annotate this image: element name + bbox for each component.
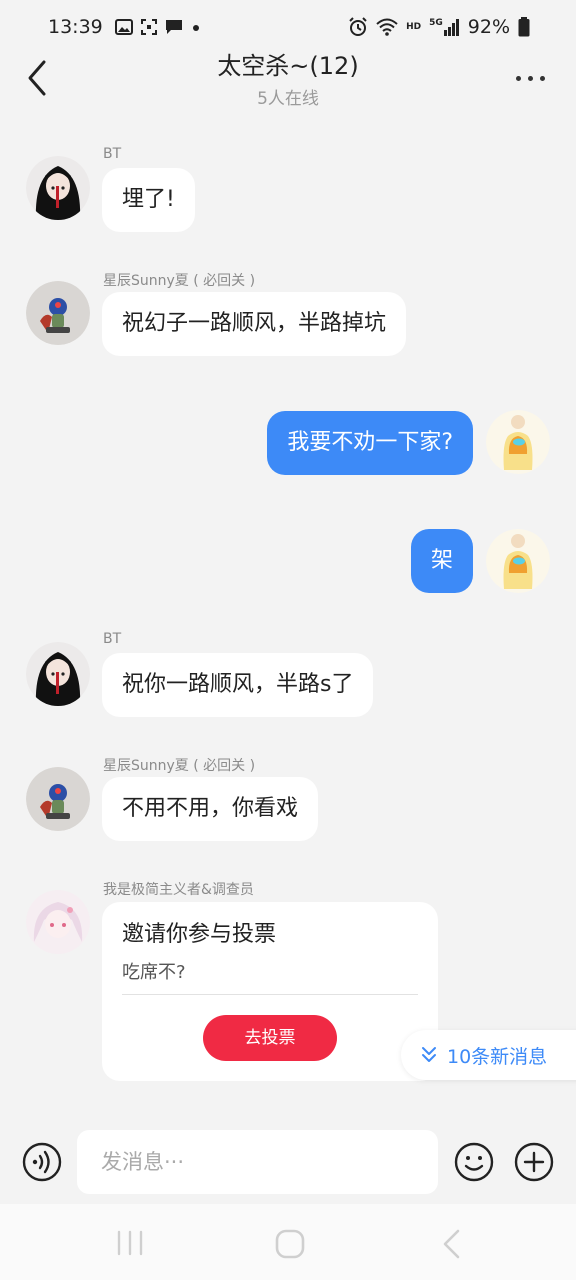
message-input[interactable]: 发消息··· [77,1130,438,1194]
message-notification-icon [165,20,182,34]
wifi-icon [376,18,398,36]
more-notifications-dot-icon [192,25,199,31]
battery-icon [518,17,530,37]
avatar[interactable] [26,767,90,831]
vote-card[interactable]: 邀请你参与投票 吃席不? 去投票 [102,902,438,1081]
battery-percent: 92% [467,16,510,38]
new-messages-label: 10条新消息 [447,1045,548,1068]
plus-icon[interactable] [514,1142,554,1182]
system-navigation-bar [0,1204,576,1280]
signal-icon [443,19,459,36]
vote-divider [122,994,418,995]
network-type-label: 5G [429,18,443,28]
message-bubble[interactable]: 不用不用，你看戏 [102,777,319,841]
sender-name: BT [103,146,122,162]
nav-back-icon[interactable] [440,1228,462,1260]
home-icon[interactable] [274,1228,306,1260]
new-messages-button[interactable]: 10条新消息 [401,1030,576,1080]
sender-name: 星辰Sunny夏 ( 必回关 ) [103,273,256,289]
double-chevron-down-icon [422,1047,436,1062]
message-bubble[interactable]: 埋了! [102,168,195,232]
avatar[interactable] [26,890,90,954]
online-count: 5人在线 [257,89,319,109]
message-input-bar: 发消息··· [0,1120,576,1204]
sender-name: 星辰Sunny夏 ( 必回关 ) [103,758,256,774]
message-bubble[interactable]: 祝你一路顺风，半路s了 [102,653,374,717]
go-vote-button[interactable]: 去投票 [203,1015,337,1061]
alarm-icon [349,17,367,36]
vote-question: 吃席不? [122,962,186,983]
status-time: 13:39 [48,16,103,38]
emoji-icon[interactable] [454,1142,494,1182]
avatar[interactable] [486,529,550,593]
message-bubble[interactable]: 祝幻子一路顺风，半路掉坑 [102,292,407,356]
voice-icon[interactable] [22,1142,62,1182]
chat-header: 太空杀~(12) 5人在线 [0,40,576,116]
sender-name: 我是极简主义者&调查员 [103,882,254,898]
screenshot-notification-icon [140,19,157,35]
recent-apps-icon[interactable] [116,1230,144,1256]
sender-name: BT [103,631,122,647]
avatar[interactable] [26,156,90,220]
message-bubble[interactable]: 我要不劝一下家? [267,411,473,475]
avatar[interactable] [486,410,550,474]
hd-indicator: HD [406,22,422,32]
gallery-notification-icon [114,19,133,35]
avatar[interactable] [26,642,90,706]
message-bubble[interactable]: 架 [410,529,473,593]
group-title: 太空杀~(12) [217,52,359,80]
vote-title: 邀请你参与投票 [122,922,277,947]
avatar[interactable] [26,281,90,345]
more-dots-icon[interactable] [516,68,548,88]
